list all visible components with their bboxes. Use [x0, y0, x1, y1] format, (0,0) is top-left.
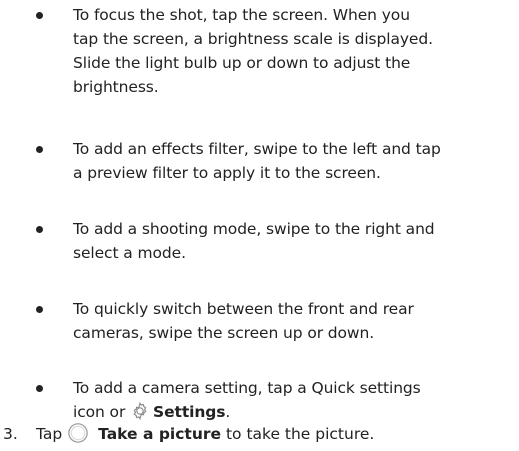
text-fragment: to take the picture.	[225, 425, 375, 443]
step-text: Tap Take a picture to take the picture.	[36, 422, 374, 446]
text-line: brightness.	[73, 78, 159, 96]
bullet-text: To quickly switch between the front and …	[73, 297, 513, 345]
text-line: Slide the light bulb up or down to adjus…	[73, 54, 411, 72]
bullet-dot	[36, 306, 43, 313]
text-line: tap the screen, a brightness scale is di…	[73, 30, 433, 48]
take-picture-label: Take a picture	[98, 425, 222, 443]
text-line: To quickly switch between the front and …	[73, 300, 414, 318]
text-line: To add a shooting mode, swipe to the rig…	[73, 220, 435, 238]
step-number: 3.	[3, 425, 18, 443]
bullet-text: To focus the shot, tap the screen. When …	[73, 3, 513, 99]
text-line: a preview filter to apply it to the scre…	[73, 164, 381, 182]
bullet-dot	[36, 12, 43, 19]
text-line: To add an effects filter, swipe to the l…	[73, 140, 441, 158]
text-fragment: Tap	[36, 425, 63, 443]
shutter-icon	[67, 422, 89, 444]
text-line: To focus the shot, tap the screen. When …	[73, 6, 410, 24]
step-take-picture: 3. Tap Take a picture to take the pictur…	[0, 415, 519, 445]
bullet-text: To add an effects filter, swipe to the l…	[73, 137, 513, 185]
text-line: select a mode.	[73, 244, 186, 262]
bullet-text: To add a shooting mode, swipe to the rig…	[73, 217, 513, 265]
bullet-dot	[36, 226, 43, 233]
bullet-dot	[36, 385, 43, 392]
text-line: cameras, swipe the screen up or down.	[73, 324, 375, 342]
text-line: To add a camera setting, tap a Quick set…	[73, 379, 421, 397]
bullet-dot	[36, 146, 43, 153]
